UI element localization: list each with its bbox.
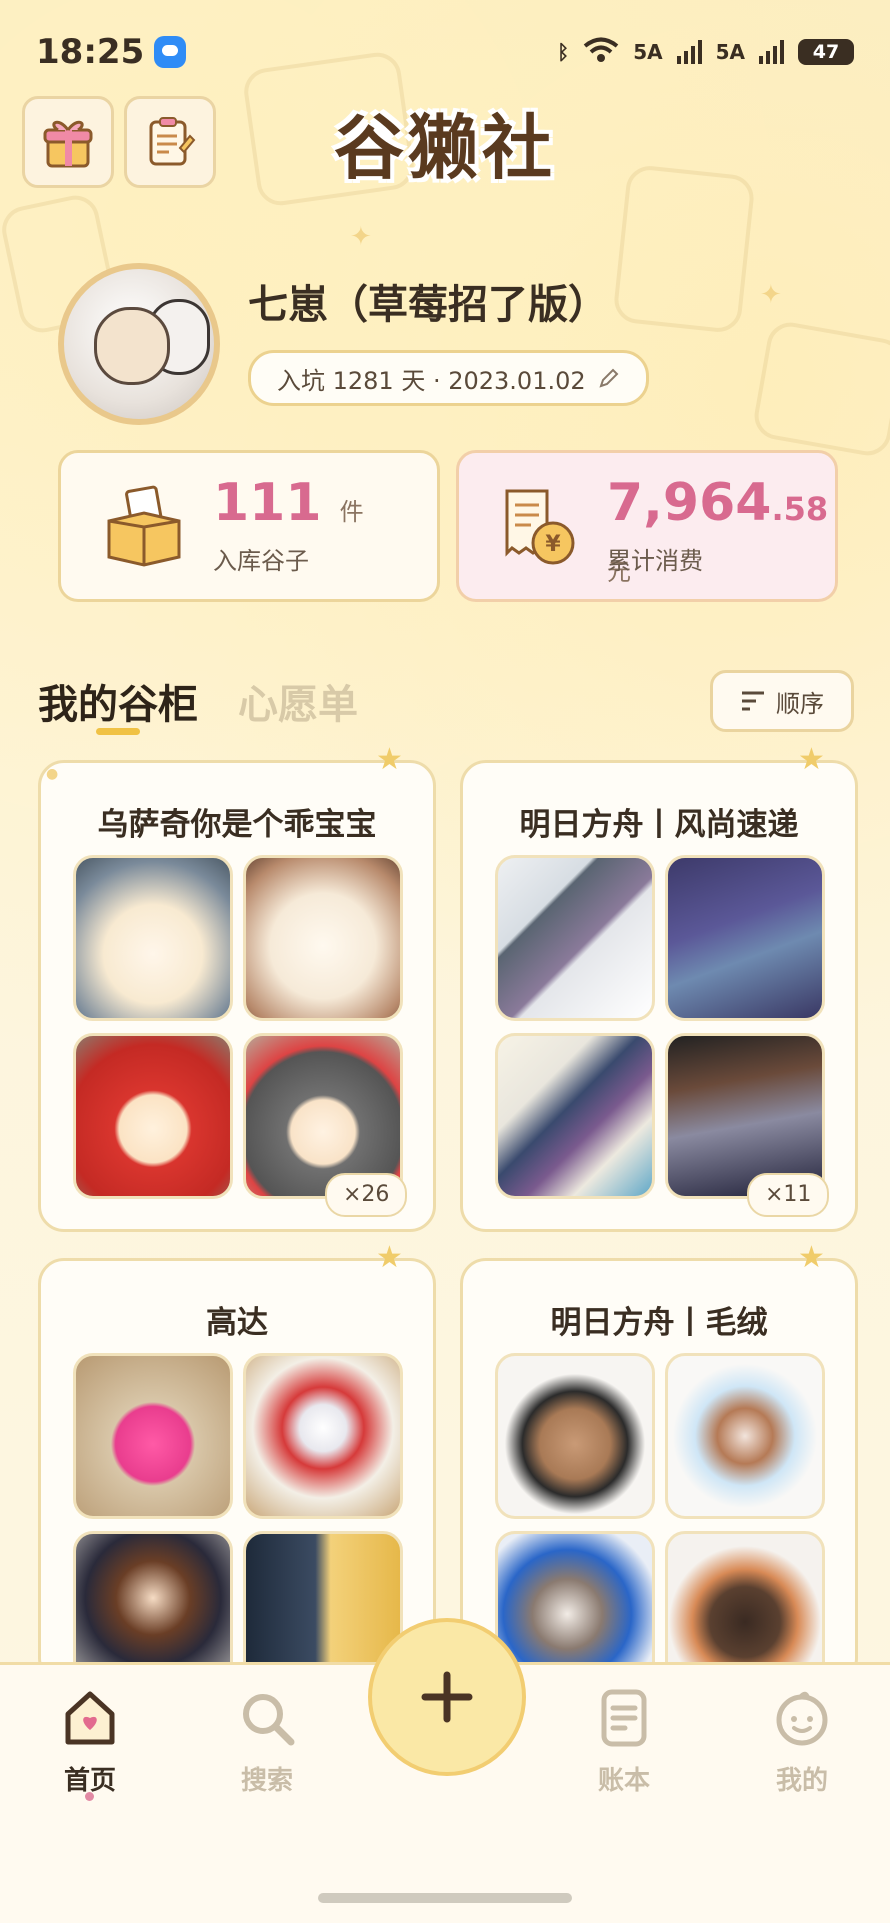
home-indicator[interactable]: [318, 1893, 572, 1903]
home-icon: [65, 1691, 115, 1745]
active-tab-indicator: [96, 728, 140, 735]
wifi-icon: [583, 37, 619, 68]
box-icon: [107, 485, 181, 567]
sparkle-icon: ✦: [760, 280, 782, 310]
item-count-badge: ×11: [747, 1173, 830, 1217]
spend-decimal: .58: [771, 490, 829, 528]
star-icon: ★: [798, 742, 825, 777]
nav-profile[interactable]: 我的: [747, 1688, 857, 1797]
message-app-icon: [154, 36, 187, 68]
nav-label: 我的: [775, 1766, 828, 1796]
join-date-text: 入坑 1281 天 · 2023.01.02: [277, 366, 586, 395]
item-thumbnail[interactable]: [243, 855, 403, 1021]
clock: 18:25: [36, 32, 145, 72]
sort-lines-icon: [742, 691, 764, 711]
collection-title: 明日方舟丨风尚速递: [519, 807, 799, 843]
network-label: 5A: [633, 40, 663, 64]
total-spend-card[interactable]: ¥ 7,964.58 元 累计消费: [456, 450, 838, 602]
join-date-pill[interactable]: 入坑 1281 天 · 2023.01.02: [248, 350, 649, 406]
item-thumbnail[interactable]: [73, 1033, 233, 1199]
username: 七崽（草莓招了版）: [248, 282, 608, 328]
nav-search[interactable]: 搜索: [212, 1688, 322, 1797]
item-thumbnail[interactable]: [495, 855, 655, 1021]
active-nav-dot: [85, 1792, 94, 1801]
items-count: 111: [213, 473, 322, 533]
collection-card[interactable]: 明日方舟丨风尚速递 ×11: [460, 760, 858, 1232]
item-thumbnail[interactable]: [243, 1353, 403, 1519]
search-icon: [243, 1694, 295, 1746]
spend-amount: 7,964: [607, 473, 772, 533]
receipt-coin-icon: ¥: [505, 489, 575, 565]
item-thumbnail[interactable]: [73, 855, 233, 1021]
tab-my-cabinet[interactable]: 我的谷柜: [38, 672, 198, 730]
spend-label: 累计消费: [607, 547, 703, 575]
collection-card[interactable]: 乌萨奇你是个乖宝宝 ×26: [38, 760, 436, 1232]
edit-pencil-icon: [599, 368, 619, 388]
profile-face-icon: [776, 1691, 828, 1746]
sort-label: 顺序: [776, 689, 824, 718]
item-thumbnail[interactable]: [665, 1353, 825, 1519]
sort-button[interactable]: 顺序: [710, 670, 854, 732]
battery-icon: 47: [798, 39, 854, 65]
item-count-badge: ×26: [325, 1173, 408, 1217]
nav-home[interactable]: 首页: [35, 1688, 145, 1797]
star-icon: ★: [376, 1240, 403, 1275]
tab-wishlist[interactable]: 心愿单: [238, 672, 358, 730]
bluetooth-icon: ᛒ: [557, 40, 570, 64]
collection-title: 高达: [206, 1305, 268, 1341]
plus-icon: [421, 1671, 473, 1723]
svg-text:¥: ¥: [545, 532, 561, 557]
network-label: 5A: [715, 40, 745, 64]
collected-items-card[interactable]: 111 件 入库谷子: [58, 450, 440, 602]
item-thumbnail[interactable]: [73, 1353, 233, 1519]
collection-card[interactable]: 高达: [38, 1258, 436, 1684]
sparkle-icon: ✦: [350, 222, 372, 252]
nav-label: 搜索: [240, 1766, 293, 1796]
app-logo: 谷獭社: [334, 107, 556, 189]
collection-title: 明日方舟丨毛绒: [550, 1305, 768, 1341]
signal-icon: [759, 40, 784, 64]
bg-decoration: [750, 318, 890, 460]
item-thumbnail[interactable]: [495, 1353, 655, 1519]
collection-card[interactable]: 明日方舟丨毛绒: [460, 1258, 858, 1684]
star-icon: ★: [376, 742, 403, 777]
star-icon: ★: [798, 1240, 825, 1275]
item-thumbnail[interactable]: [665, 855, 825, 1021]
add-item-button[interactable]: [368, 1618, 526, 1776]
items-unit: 件: [339, 498, 364, 526]
item-thumbnail[interactable]: [495, 1033, 655, 1199]
nav-ledger[interactable]: 账本: [569, 1688, 679, 1797]
ledger-icon: [601, 1689, 647, 1747]
nav-label: 账本: [597, 1766, 650, 1796]
signal-icon: [676, 40, 702, 64]
collection-title: 乌萨奇你是个乖宝宝: [97, 807, 377, 843]
sparkle-icon: ●: [46, 766, 59, 782]
items-label: 入库谷子: [213, 547, 309, 575]
avatar[interactable]: [58, 263, 220, 425]
status-bar: 18:25 ᛒ 5A 5A 47: [36, 30, 854, 74]
